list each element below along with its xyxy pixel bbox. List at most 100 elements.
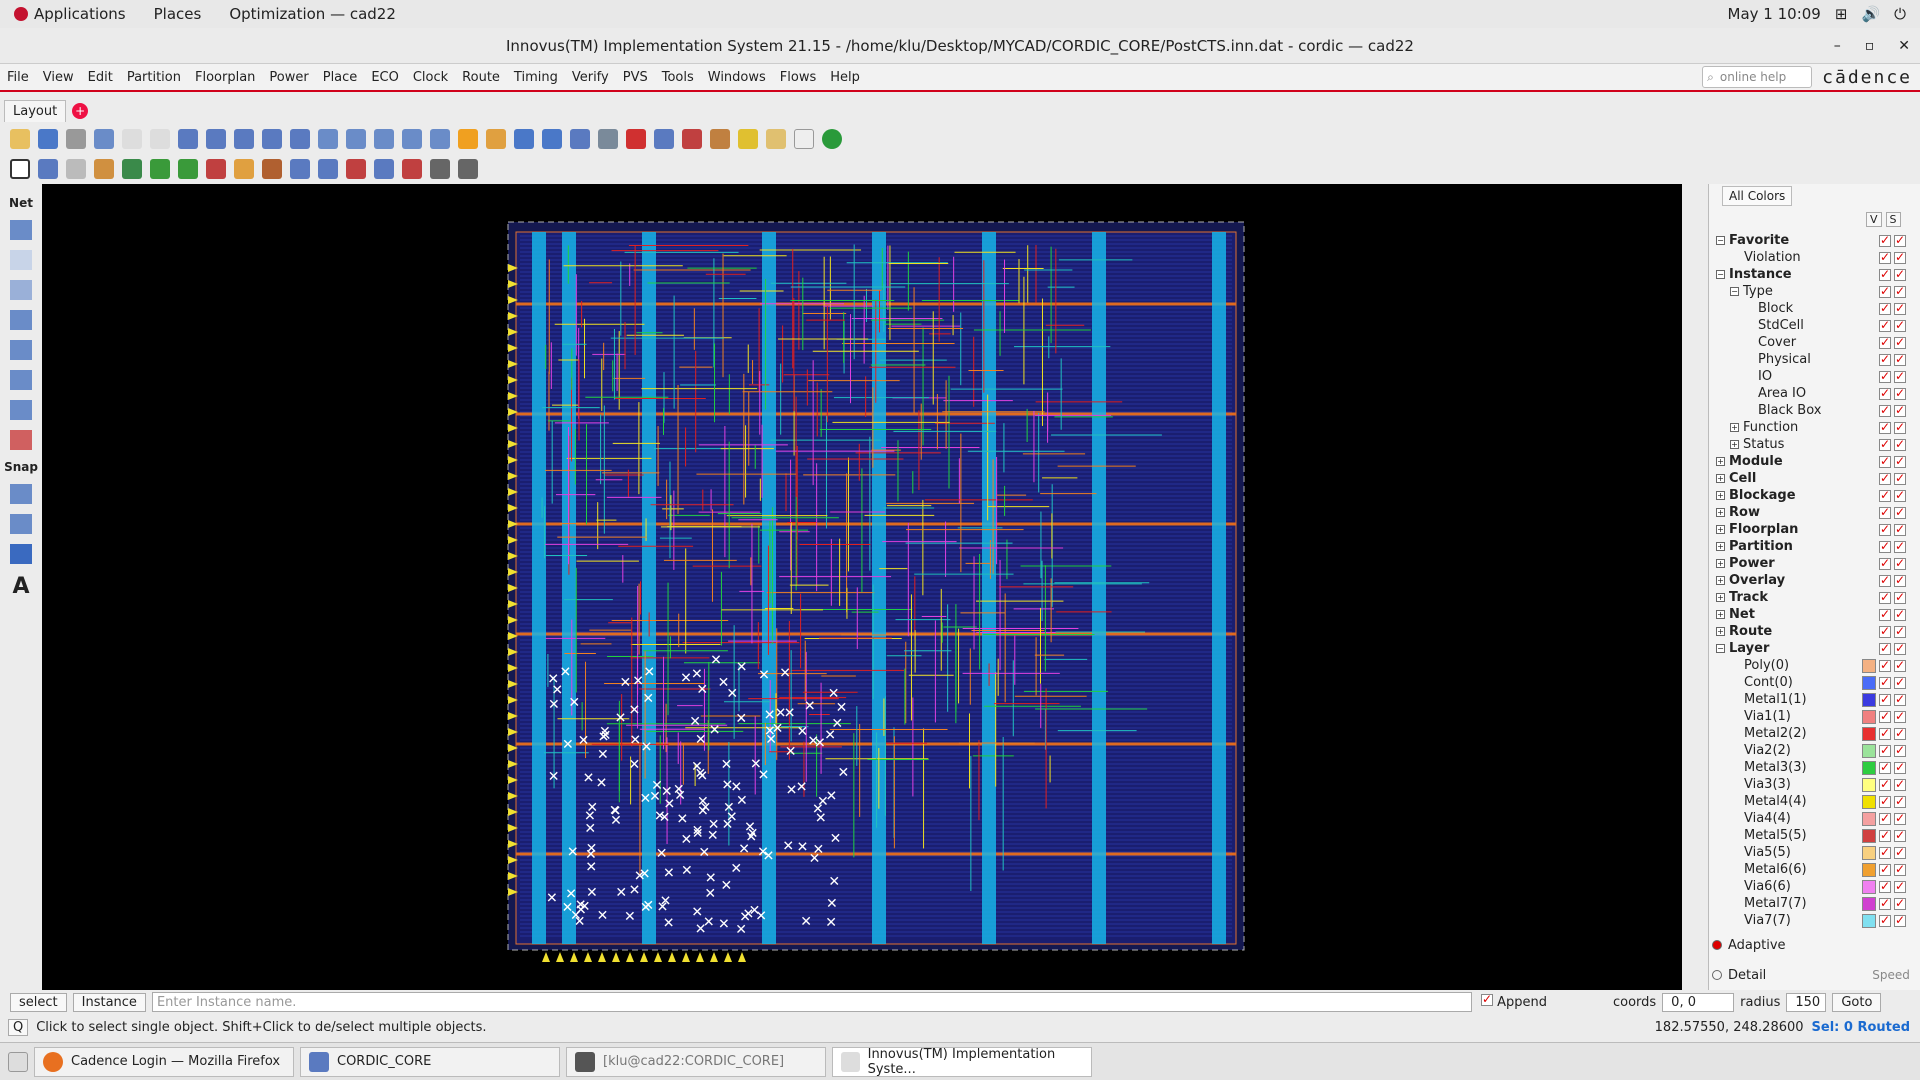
expand-icon[interactable]: +	[1716, 559, 1725, 568]
visible-checkbox[interactable]	[1879, 471, 1891, 485]
tree-item[interactable]: Via2(2)	[1716, 742, 1906, 759]
tree-item[interactable]: Via1(1)	[1716, 708, 1906, 725]
net-cross-icon[interactable]	[10, 250, 32, 270]
layer-color-swatch[interactable]	[1862, 709, 1876, 724]
append-check[interactable]	[1480, 992, 1493, 1006]
visible-checkbox[interactable]	[1879, 539, 1891, 553]
selectable-checkbox[interactable]	[1894, 267, 1906, 281]
selectable-checkbox[interactable]	[1894, 301, 1906, 315]
selectable-checkbox[interactable]	[1894, 471, 1906, 485]
menu-route[interactable]: Route	[455, 70, 507, 85]
selectable-checkbox[interactable]	[1894, 794, 1906, 808]
visible-checkbox[interactable]	[1879, 896, 1891, 910]
layer-color-swatch[interactable]	[1862, 879, 1876, 894]
layer-color-swatch[interactable]	[1862, 726, 1876, 741]
selectable-checkbox[interactable]	[1894, 624, 1906, 638]
visible-checkbox[interactable]	[1879, 709, 1891, 723]
layer-color-swatch[interactable]	[1862, 658, 1876, 673]
all-colors-button[interactable]: All Colors	[1722, 186, 1793, 206]
selectable-checkbox[interactable]	[1894, 811, 1906, 825]
tree-item[interactable]: Cont(0)	[1716, 674, 1906, 691]
visible-checkbox[interactable]	[1879, 862, 1891, 876]
settings-icon[interactable]	[66, 129, 86, 149]
layer-color-swatch[interactable]	[1862, 811, 1876, 826]
net-route-icon[interactable]	[10, 220, 32, 240]
info-icon[interactable]	[654, 129, 674, 149]
zoom-select-icon[interactable]	[402, 129, 422, 149]
adaptive-radio[interactable]	[1712, 940, 1722, 950]
selectable-checkbox[interactable]	[1894, 879, 1906, 893]
selectable-checkbox[interactable]	[1894, 318, 1906, 332]
expand-icon[interactable]: +	[1716, 542, 1725, 551]
cut-wire-icon[interactable]	[10, 430, 32, 450]
tree-item[interactable]: Via6(6)	[1716, 878, 1906, 895]
selectable-checkbox[interactable]	[1894, 420, 1906, 434]
visible-checkbox[interactable]	[1879, 760, 1891, 774]
tree-item[interactable]: Metal4(4)	[1716, 793, 1906, 810]
pin-icon[interactable]	[10, 280, 32, 300]
detail-option[interactable]: Detail Speed	[1712, 960, 1910, 990]
tree-item[interactable]: Metal5(5)	[1716, 827, 1906, 844]
layout-canvas[interactable]: ✕ ✕ ✕ ✕ ✕ ✕ ✕ ✕ ✕ ✕ ✕ ✕ ✕ ✕ ✕ ✕ ✕ ✕ ✕ ✕ ✕ ✕ ✕ ✕ ✕ ✕ ✕ ✕ ✕ ✕ ✕ ✕ ✕ ✕ ✕ ✕ ✕ ✕ ✕ ✕…	[42, 184, 1682, 990]
goto-button[interactable]: Goto	[1832, 992, 1882, 1012]
selectable-checkbox[interactable]	[1894, 352, 1906, 366]
tree-item[interactable]: − Type	[1716, 283, 1906, 300]
visible-checkbox[interactable]	[1879, 335, 1891, 349]
layer-color-swatch[interactable]	[1862, 675, 1876, 690]
fit-icon[interactable]	[290, 129, 310, 149]
visible-checkbox[interactable]	[1879, 352, 1891, 366]
layout-view-icon[interactable]	[570, 129, 590, 149]
tree-item[interactable]: Via3(3)	[1716, 776, 1906, 793]
selectable-checkbox[interactable]	[1894, 556, 1906, 570]
menu-power[interactable]: Power	[262, 70, 315, 85]
zoom-in-icon[interactable]	[318, 129, 338, 149]
expand-icon[interactable]: +	[1716, 457, 1725, 466]
run-icon[interactable]	[822, 129, 842, 149]
add-icon[interactable]	[150, 159, 170, 179]
tree-item[interactable]: + Row	[1716, 504, 1906, 521]
line-icon[interactable]	[10, 544, 32, 564]
visible-checkbox[interactable]	[1879, 658, 1891, 672]
layer-color-swatch[interactable]	[1862, 794, 1876, 809]
tree-item[interactable]: Metal3(3)	[1716, 759, 1906, 776]
wrench-icon[interactable]	[710, 129, 730, 149]
selectable-checkbox[interactable]	[1894, 726, 1906, 740]
visible-checkbox[interactable]	[1879, 879, 1891, 893]
visible-checkbox[interactable]	[1879, 301, 1891, 315]
visible-checkbox[interactable]	[1879, 828, 1891, 842]
radius-input[interactable]: 150	[1786, 992, 1827, 1012]
selectable-checkbox[interactable]	[1894, 233, 1906, 247]
visible-checkbox[interactable]	[1879, 641, 1891, 655]
chart-tool-icon[interactable]	[122, 159, 142, 179]
selectable-checkbox[interactable]	[1894, 522, 1906, 536]
unplace-icon[interactable]	[206, 159, 226, 179]
visible-checkbox[interactable]	[1879, 573, 1891, 587]
expand-icon[interactable]: +	[1716, 525, 1725, 534]
places-menu[interactable]: Places	[140, 5, 216, 23]
selectable-checkbox[interactable]	[1894, 590, 1906, 604]
expand-icon[interactable]: −	[1716, 270, 1725, 279]
selectable-checkbox[interactable]	[1894, 862, 1906, 876]
tree-item[interactable]: + Power	[1716, 555, 1906, 572]
network-view-icon[interactable]	[598, 129, 618, 149]
help-search-input[interactable]: ⌕ online help	[1702, 66, 1813, 88]
tree-item[interactable]: StdCell	[1716, 317, 1906, 334]
selectable-checkbox[interactable]	[1894, 437, 1906, 451]
visible-checkbox[interactable]	[1879, 556, 1891, 570]
menu-timing[interactable]: Timing	[507, 70, 565, 85]
snap-icon[interactable]	[10, 484, 32, 504]
expand-icon[interactable]: +	[1716, 491, 1725, 500]
tree-item[interactable]: Via5(5)	[1716, 844, 1906, 861]
visible-checkbox[interactable]	[1879, 590, 1891, 604]
cut-icon[interactable]	[346, 159, 366, 179]
grid-icon[interactable]	[10, 400, 32, 420]
selectable-checkbox[interactable]	[1894, 760, 1906, 774]
expand-icon[interactable]: +	[1716, 474, 1725, 483]
delete-icon[interactable]	[402, 159, 422, 179]
expand-icon[interactable]: +	[1716, 593, 1725, 602]
hier-icon[interactable]	[542, 129, 562, 149]
selectable-checkbox[interactable]	[1894, 403, 1906, 417]
expand-icon[interactable]: +	[1716, 610, 1725, 619]
layer-color-swatch[interactable]	[1862, 845, 1876, 860]
visible-checkbox[interactable]	[1879, 386, 1891, 400]
